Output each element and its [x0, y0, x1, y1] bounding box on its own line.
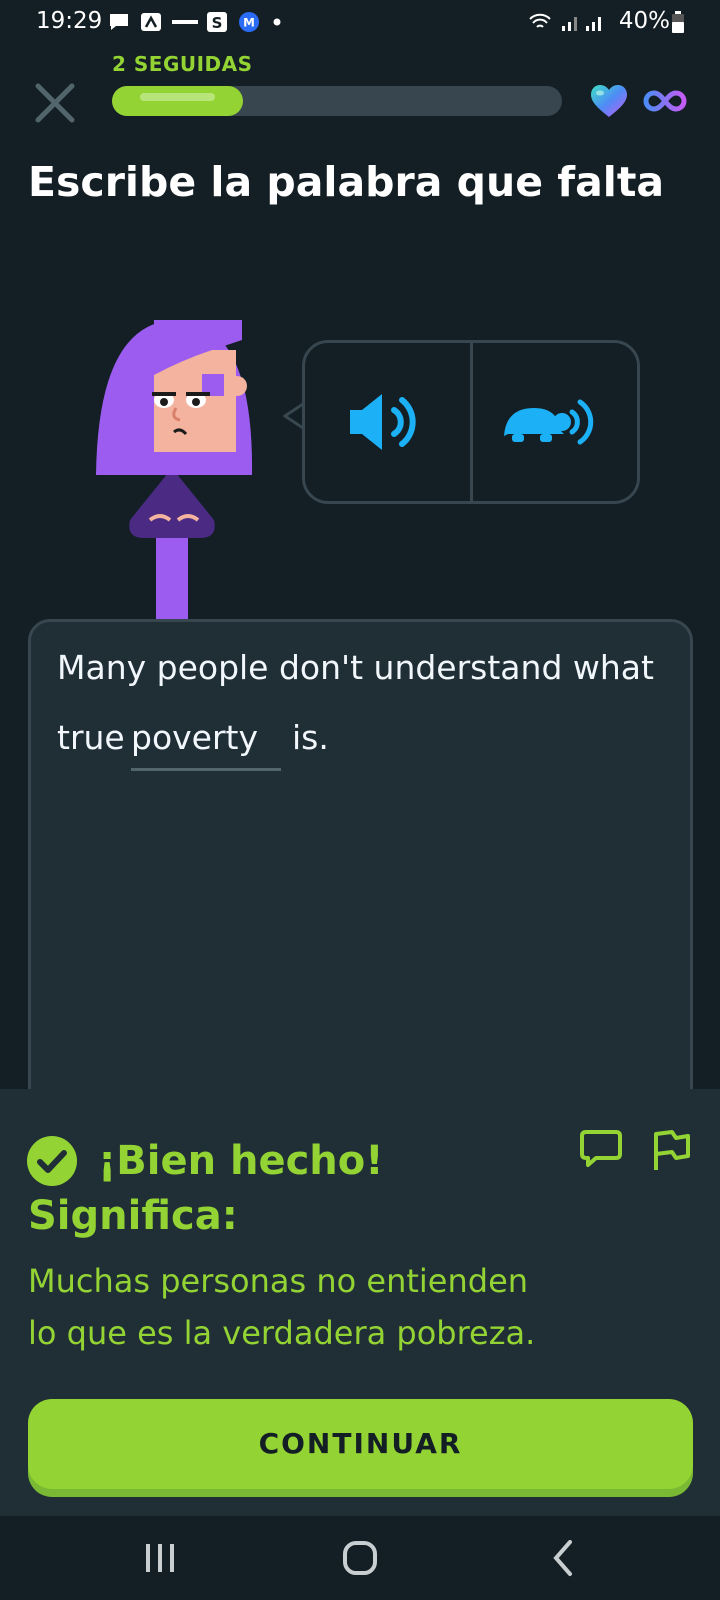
- translation-line-1: Muchas personas no entienden: [28, 1262, 529, 1300]
- translation-line-2: lo que es la verdadera pobreza.: [28, 1314, 536, 1352]
- prompt-title: Escribe la palabra que falta: [28, 158, 665, 206]
- streak-label: 2 SEGUIDAS: [112, 52, 253, 76]
- feedback-title: ¡Bien hecho!: [98, 1138, 384, 1184]
- svg-text:M: M: [243, 16, 255, 30]
- recent-apps-icon[interactable]: [130, 1536, 190, 1580]
- character-lily-illustration: [96, 320, 253, 620]
- sentence-line-1: Many people don't understand what: [57, 648, 654, 687]
- close-icon[interactable]: [30, 78, 80, 128]
- progress-shine: [140, 93, 215, 101]
- back-icon[interactable]: [534, 1536, 594, 1580]
- battery-level: 40%: [618, 8, 670, 34]
- s-app-icon: S: [207, 12, 227, 32]
- heart-icon[interactable]: [590, 84, 628, 118]
- sentence-before-blank: true: [57, 718, 125, 757]
- sentence-after-blank: is.: [292, 718, 329, 757]
- battery-icon: [672, 11, 684, 33]
- continue-label: CONTINUAR: [258, 1427, 463, 1460]
- check-circle-icon: [27, 1136, 77, 1186]
- m-app-icon: M: [239, 12, 259, 32]
- infinity-icon: [643, 90, 687, 112]
- svg-text:S: S: [212, 14, 223, 32]
- home-icon[interactable]: [330, 1536, 390, 1580]
- signal-icon: [529, 13, 601, 31]
- bubble-divider: [470, 342, 473, 502]
- report-flag-icon[interactable]: [650, 1128, 692, 1172]
- status-bar: 19:29 S M 40%: [0, 0, 720, 46]
- speech-bubble-tail: [283, 403, 303, 429]
- speaker-icon[interactable]: [338, 374, 438, 470]
- discussion-icon[interactable]: [580, 1128, 622, 1168]
- app-notification-icon: [172, 20, 198, 24]
- continue-button[interactable]: CONTINUAR: [28, 1399, 693, 1489]
- answer-input[interactable]: poverty: [131, 718, 281, 771]
- status-time: 19:29: [36, 8, 103, 34]
- dot-icon: [273, 18, 281, 26]
- progress-fill: [112, 86, 243, 116]
- chat-notification-icon: [110, 14, 128, 30]
- arrow-notification-icon: [141, 13, 161, 31]
- progress-bar: [112, 86, 562, 116]
- slow-audio-turtle-icon[interactable]: [500, 374, 600, 470]
- meaning-label: Significa:: [28, 1193, 238, 1239]
